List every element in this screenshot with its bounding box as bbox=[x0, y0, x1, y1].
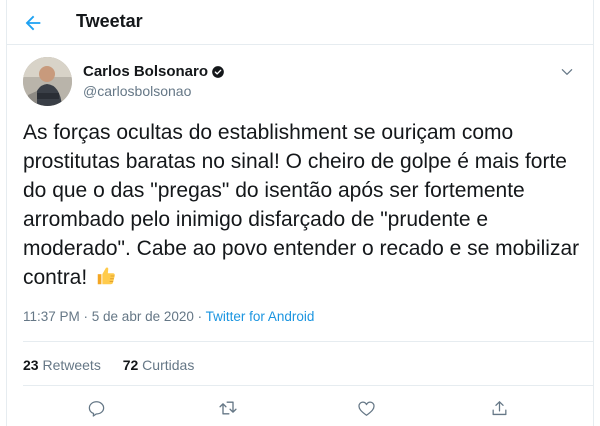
tweet-actions bbox=[7, 394, 593, 424]
retweet-icon bbox=[219, 401, 237, 415]
header: Tweetar bbox=[7, 0, 593, 45]
chevron-down-icon bbox=[561, 69, 573, 75]
tweet-text: As forças ocultas do establishment se ou… bbox=[23, 118, 583, 295]
author-name-text: Carlos Bolsonaro bbox=[83, 63, 209, 80]
reply-button[interactable] bbox=[84, 396, 108, 420]
retweets-label: Retweets bbox=[38, 357, 101, 373]
reply-icon bbox=[88, 400, 104, 417]
back-button[interactable] bbox=[20, 10, 46, 36]
more-options-button[interactable] bbox=[559, 64, 575, 80]
tweet-page: Tweetar Carlos Bolsonaro @carlosbolsonao… bbox=[6, 0, 594, 426]
likes-stat[interactable]: 72 Curtidas bbox=[123, 357, 195, 373]
share-button[interactable] bbox=[487, 396, 511, 420]
divider bbox=[23, 385, 593, 386]
tweet-timestamp[interactable]: 11:37 PM · 5 de abr de 2020 · bbox=[23, 309, 206, 324]
author-handle[interactable]: @carlosbolsonao bbox=[83, 83, 191, 99]
share-icon bbox=[492, 400, 506, 415]
tweet-meta: 11:37 PM · 5 de abr de 2020 · Twitter fo… bbox=[23, 309, 314, 324]
arrow-left-icon bbox=[25, 15, 41, 31]
tweet-body: As forças ocultas do establishment se ou… bbox=[23, 121, 580, 289]
tweet-source-link[interactable]: Twitter for Android bbox=[206, 309, 315, 324]
retweet-button[interactable] bbox=[216, 396, 240, 420]
tweet-stats: 23 Retweets 72 Curtidas bbox=[23, 357, 212, 373]
likes-label: Curtidas bbox=[138, 357, 195, 373]
like-button[interactable] bbox=[354, 396, 378, 420]
thumbs-up-icon bbox=[95, 265, 117, 295]
page-title: Tweetar bbox=[76, 11, 143, 31]
avatar[interactable] bbox=[23, 57, 72, 106]
like-icon bbox=[357, 401, 375, 416]
verified-icon bbox=[211, 65, 225, 79]
author-name[interactable]: Carlos Bolsonaro bbox=[83, 63, 225, 80]
likes-count: 72 bbox=[122, 357, 139, 373]
retweets-count: 23 bbox=[23, 357, 39, 373]
divider bbox=[23, 341, 593, 342]
retweets-stat[interactable]: 23 Retweets bbox=[23, 357, 101, 373]
